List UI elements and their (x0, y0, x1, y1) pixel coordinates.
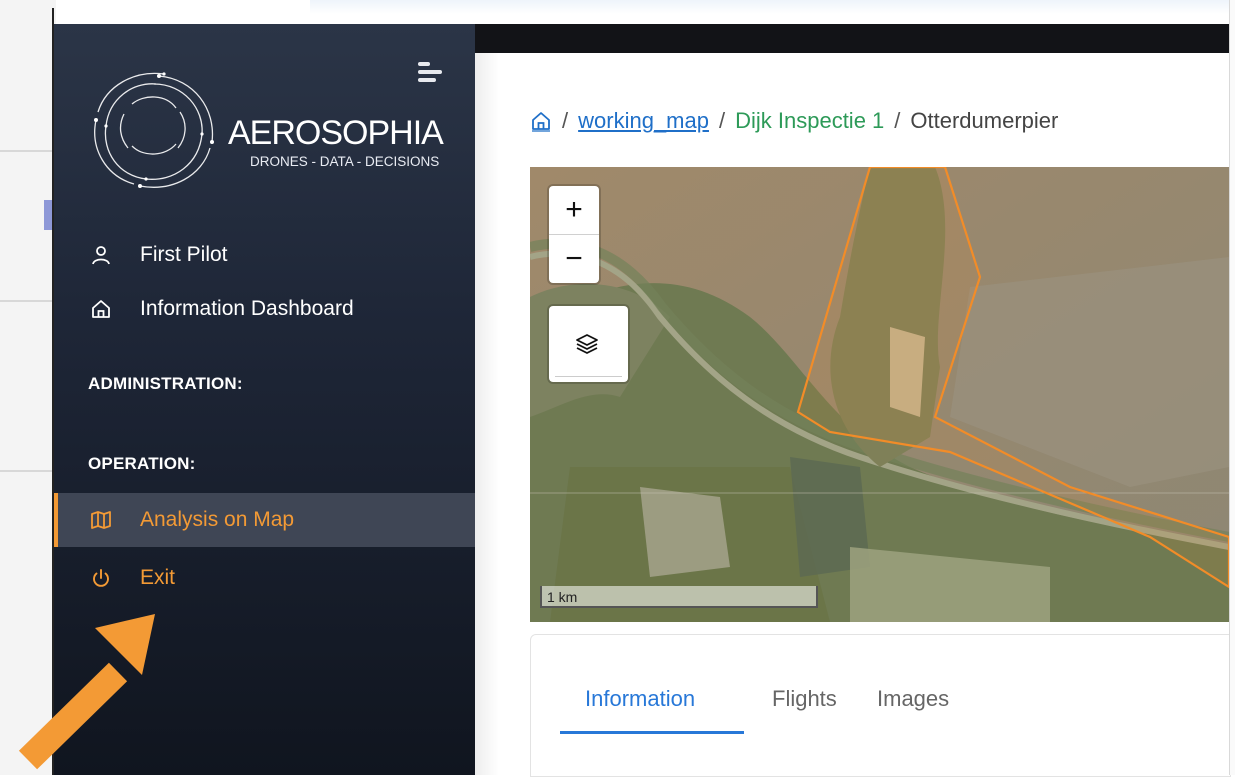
zoom-in-button[interactable]: + (549, 186, 599, 234)
active-tab-indicator (560, 731, 744, 734)
sidebar-shadow (475, 53, 499, 775)
pointer-arrow-icon (18, 614, 155, 770)
zoom-out-button[interactable]: − (549, 235, 599, 283)
brand-logo: AEROSOPHIA DRONES - DATA - DECISIONS (84, 64, 464, 194)
window-right-edge (1229, 0, 1235, 775)
map-view[interactable] (530, 167, 1229, 622)
home-icon (92, 300, 110, 318)
sidebar-item-analysis-on-map[interactable]: Analysis on Map (54, 493, 475, 547)
sidebar-item-label: Analysis on Map (140, 508, 295, 531)
layers-icon (576, 334, 598, 354)
zoom-control: + − (549, 186, 599, 283)
breadcrumb-separator: / (894, 108, 901, 133)
top-bar (475, 24, 1235, 53)
tab-flights[interactable]: Flights (772, 686, 837, 712)
breadcrumb-separator: / (562, 108, 569, 133)
breadcrumb-separator: / (718, 108, 726, 133)
breadcrumb-project[interactable]: Dijk Inspectie 1 (735, 108, 884, 134)
map-icon (91, 511, 111, 529)
brand-tagline: DRONES - DATA - DECISIONS (250, 154, 440, 169)
home-icon[interactable] (530, 110, 552, 132)
breadcrumb: / working_map / Dijk Inspectie 1 / Otter… (530, 108, 1058, 134)
sidebar-item-label: Information Dashboard (140, 297, 354, 320)
layers-button[interactable] (549, 306, 628, 382)
logo-swirl-icon (94, 72, 214, 188)
sidebar-item-dashboard[interactable]: Information Dashboard (54, 282, 475, 336)
breadcrumb-current: Otterdumerpier (910, 108, 1059, 133)
active-indicator (54, 493, 58, 547)
tab-information[interactable]: Information (585, 686, 695, 712)
satellite-imagery (530, 167, 1229, 622)
section-heading-administration: ADMINISTRATION: (88, 374, 243, 393)
brand-name: AEROSOPHIA (228, 114, 444, 152)
window-top-strip (310, 0, 1235, 14)
sidebar-item-label: Exit (140, 566, 176, 589)
sidebar-item-user[interactable]: First Pilot (54, 228, 475, 282)
sidebar-item-label: First Pilot (140, 243, 228, 266)
section-heading-operation: OPERATION: (88, 454, 196, 473)
breadcrumb-working-map[interactable]: working_map (578, 108, 709, 134)
map-scale: 1 km (540, 586, 818, 608)
tab-images[interactable]: Images (877, 686, 949, 712)
sidebar-item-exit[interactable]: Exit (54, 551, 475, 605)
layers-divider (555, 376, 622, 377)
power-icon (93, 569, 109, 587)
user-icon (92, 246, 110, 265)
